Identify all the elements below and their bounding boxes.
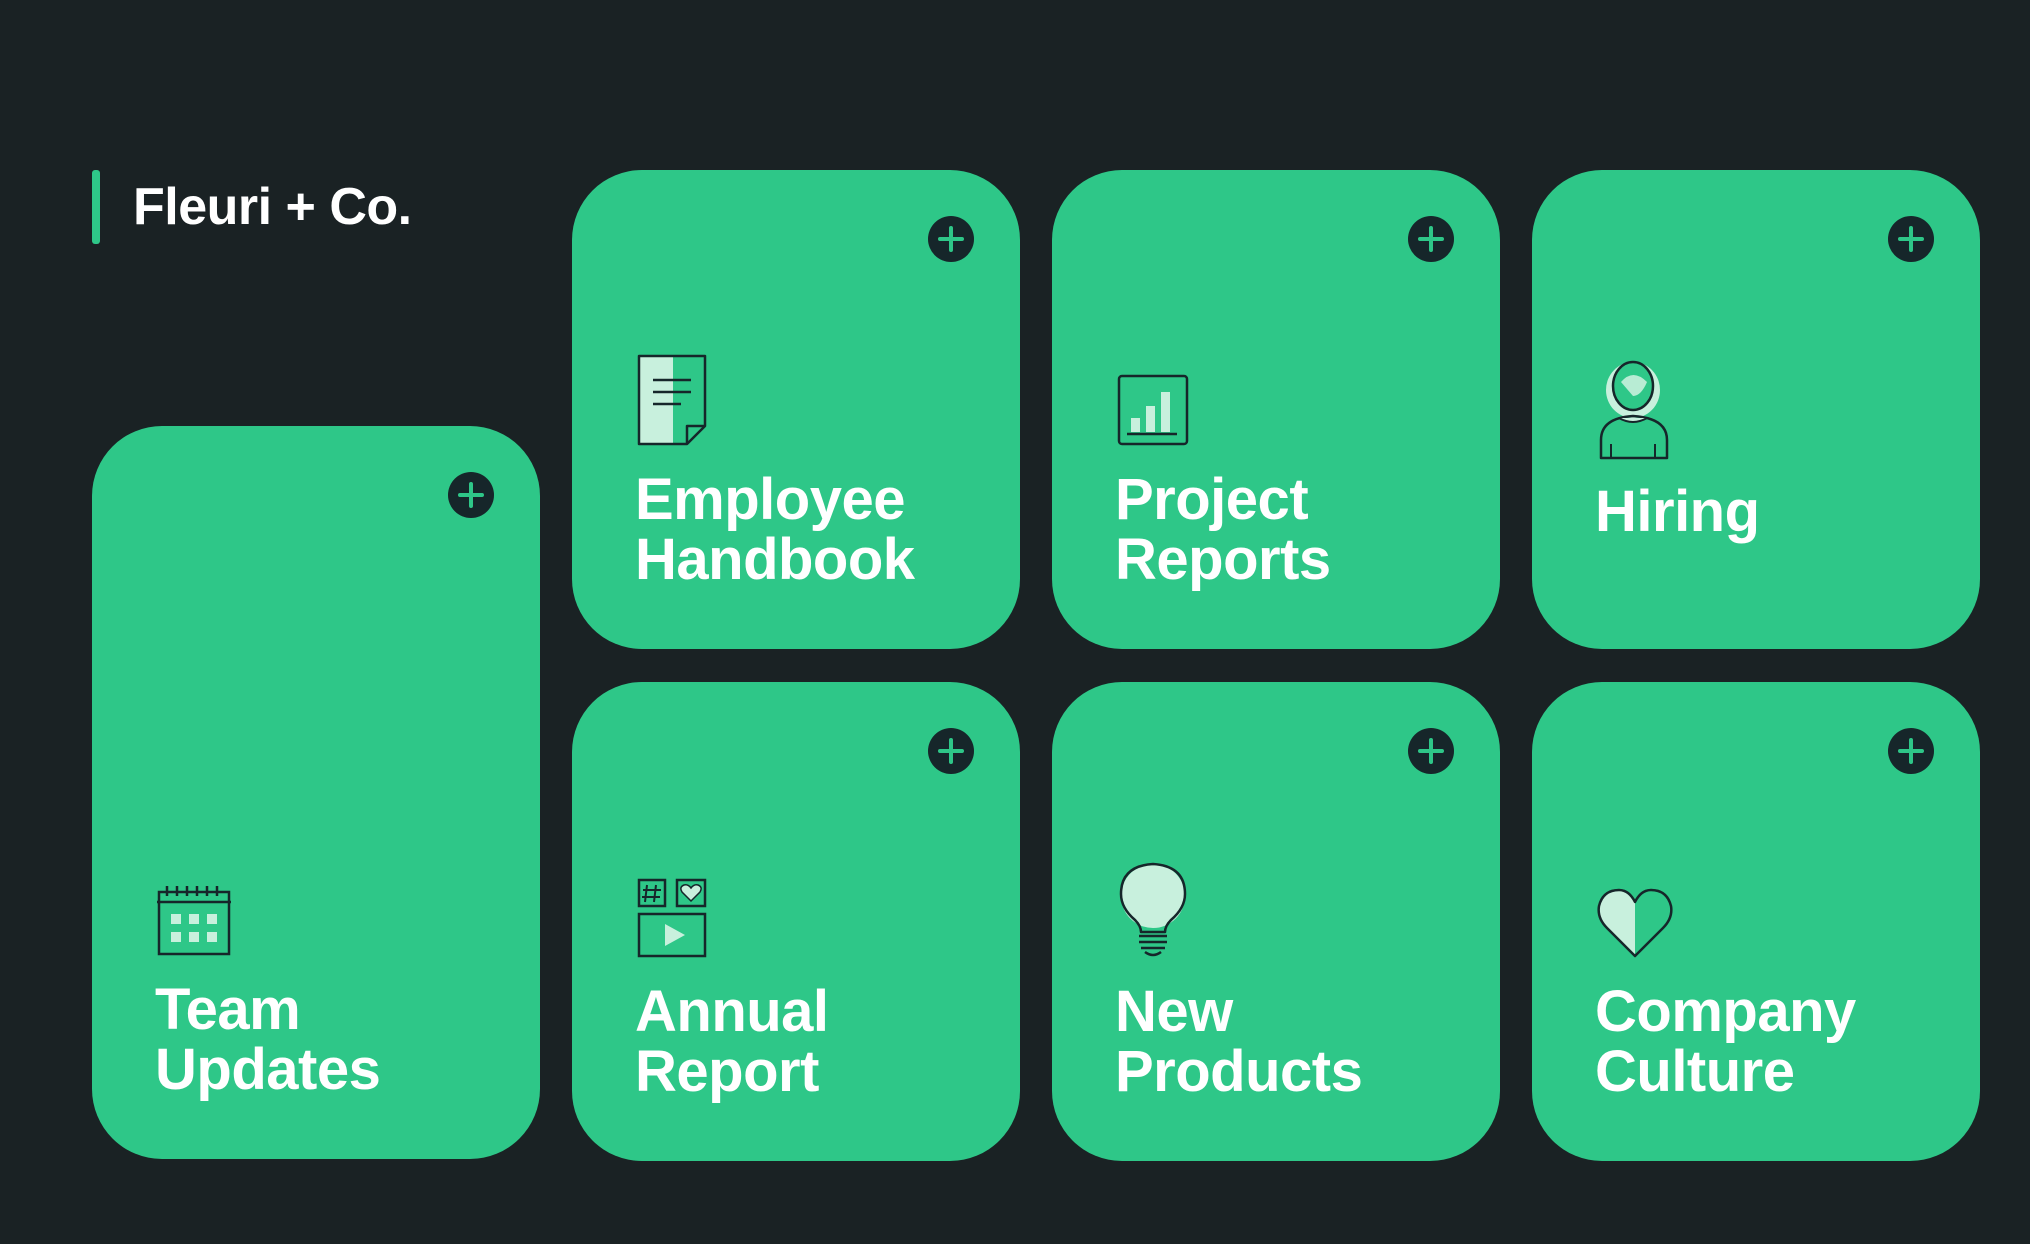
media-grid-icon xyxy=(637,878,707,958)
tile-label: Team Updates xyxy=(155,977,381,1102)
plus-icon xyxy=(1418,226,1444,252)
document-icon xyxy=(637,354,707,446)
add-button[interactable] xyxy=(448,472,494,518)
add-button[interactable] xyxy=(1408,728,1454,774)
add-button[interactable] xyxy=(928,216,974,262)
plus-icon xyxy=(458,482,484,508)
calendar-icon xyxy=(157,886,231,956)
tile-company-culture[interactable]: Company Culture xyxy=(1532,682,1980,1161)
tile-label: Company Culture xyxy=(1595,979,1856,1104)
brand-accent-bar xyxy=(92,170,100,244)
brand-name: Fleuri + Co. xyxy=(133,178,412,236)
tile-annual-report[interactable]: Annual Report xyxy=(572,682,1020,1161)
add-button[interactable] xyxy=(1408,216,1454,262)
tile-project-reports[interactable]: Project Reports xyxy=(1052,170,1500,649)
tile-label: New Products xyxy=(1115,979,1363,1104)
tile-label: Employee Handbook xyxy=(635,467,915,592)
tile-new-products[interactable]: New Products xyxy=(1052,682,1500,1161)
tile-employee-handbook[interactable]: Employee Handbook xyxy=(572,170,1020,649)
tile-hiring[interactable]: Hiring xyxy=(1532,170,1980,649)
plus-icon xyxy=(1898,738,1924,764)
plus-icon xyxy=(1418,738,1444,764)
heart-icon xyxy=(1597,888,1673,958)
add-button[interactable] xyxy=(1888,216,1934,262)
tile-label: Annual Report xyxy=(635,979,829,1104)
plus-icon xyxy=(938,226,964,252)
tile-team-updates[interactable]: Team Updates xyxy=(92,426,540,1159)
tile-label: Project Reports xyxy=(1115,467,1331,592)
brand-header: Fleuri + Co. xyxy=(92,170,412,244)
plus-icon xyxy=(938,738,964,764)
person-icon xyxy=(1599,360,1669,460)
lightbulb-icon xyxy=(1119,862,1187,957)
add-button[interactable] xyxy=(1888,728,1934,774)
bar-chart-icon xyxy=(1117,374,1189,446)
plus-icon xyxy=(1898,226,1924,252)
add-button[interactable] xyxy=(928,728,974,774)
tile-label: Hiring xyxy=(1595,479,1760,544)
